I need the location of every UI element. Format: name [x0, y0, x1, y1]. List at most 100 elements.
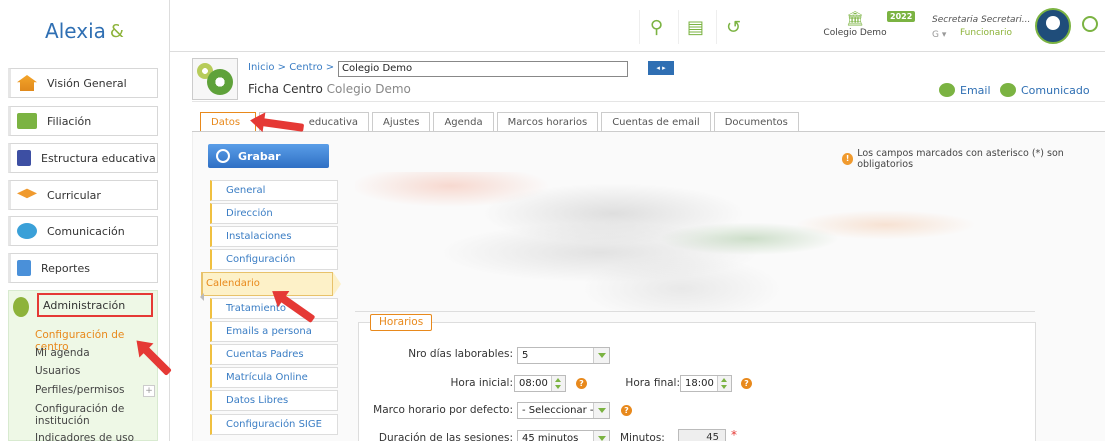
duracion-value: 45 minutos	[522, 433, 579, 441]
sidebar-sub-mi-agenda[interactable]: Mi agenda	[35, 347, 90, 359]
help-icon[interactable]: ?	[621, 405, 632, 416]
dias-select[interactable]: 5	[517, 347, 610, 364]
history-icon[interactable]: ↺	[716, 10, 750, 44]
tab-ajustes[interactable]: Ajustes	[372, 112, 431, 132]
tab-documentos[interactable]: Documentos	[713, 112, 799, 132]
megaphone-icon	[1000, 83, 1016, 97]
google-icon[interactable]: G ▾	[932, 30, 946, 40]
hora-final-value: 18:00	[685, 378, 714, 389]
save-label: Grabar	[238, 149, 281, 163]
avatar[interactable]	[1035, 8, 1071, 44]
sidebar-item-label: Filiación	[47, 114, 92, 128]
calendar-preview-blurred	[355, 172, 1035, 312]
chat-bubbles-icon	[17, 223, 37, 239]
page-title: Ficha Centro Colegio Demo	[248, 82, 411, 96]
id-card-icon	[17, 113, 37, 129]
user-role: Funcionario	[960, 28, 1012, 38]
gears-icon	[192, 58, 238, 100]
warning-icon: !	[842, 153, 854, 165]
sidebar-sub-indicadores-uso[interactable]: Indicadores de uso	[35, 432, 134, 441]
marco-label: Marco horario por defecto:	[373, 404, 513, 416]
sidebar-item-administracion[interactable]: Administración	[37, 293, 153, 317]
subnav-cuentas-padres[interactable]: Cuentas Padres	[210, 344, 338, 365]
help-icon[interactable]: ?	[576, 378, 587, 389]
app-logo[interactable]: Alexia &	[0, 0, 169, 62]
hora-final-input[interactable]: 18:00	[680, 375, 732, 392]
subnav-configuracion-sige[interactable]: Configuración SIGE	[210, 414, 338, 435]
hora-inicial-label: Hora inicial:	[450, 377, 513, 389]
search-icon[interactable]: ⚲	[639, 10, 673, 44]
sidebar-item-label: Visión General	[47, 76, 127, 90]
comunicado-button[interactable]: Comunicado	[1000, 83, 1090, 97]
logo-mark: &	[109, 20, 124, 42]
minutos-label: Minutos:	[620, 432, 665, 441]
graduation-cap-icon	[17, 188, 37, 199]
page-title-main: Ficha Centro	[248, 82, 323, 96]
sidebar-admin-section: Administración Configuración de centro M…	[8, 290, 158, 441]
sidebar-item-vision-general[interactable]: Visión General	[8, 68, 158, 98]
comunicado-label: Comunicado	[1021, 83, 1090, 97]
email-label: Email	[960, 83, 991, 97]
hora-final-label: Hora final:	[625, 377, 680, 389]
user-name[interactable]: Secretaria Secretari...	[932, 15, 1030, 25]
save-icon	[216, 149, 230, 163]
breadcrumb[interactable]: Inicio > Centro >	[248, 62, 334, 73]
colegio-label[interactable]: Colegio Demo	[815, 28, 895, 38]
tab-cuentas-email[interactable]: Cuentas de email	[601, 112, 711, 132]
spinner-icon[interactable]	[717, 376, 731, 391]
home-icon	[17, 75, 37, 91]
sidebar-item-reportes[interactable]: Reportes	[8, 253, 158, 283]
sidebar-item-label: Comunicación	[47, 224, 125, 238]
sidebar-item-comunicacion[interactable]: Comunicación	[8, 216, 158, 246]
subnav-instalaciones[interactable]: Instalaciones	[210, 226, 338, 247]
sidebar-item-label: Estructura educativa	[41, 151, 156, 165]
email-button[interactable]: Email	[939, 83, 991, 97]
hora-inicial-input[interactable]: 08:00	[514, 375, 566, 392]
sidebar-item-label: Reportes	[41, 261, 90, 275]
year-badge[interactable]: 2022	[887, 11, 916, 22]
sidebar-item-curricular[interactable]: Curricular	[8, 180, 158, 210]
duracion-label: Duración de las sesiones:	[378, 432, 513, 441]
marco-select[interactable]: - Seleccionar -	[517, 402, 610, 419]
prev-next-buttons[interactable]: ◂ ▸	[648, 61, 674, 75]
sidebar-sub-usuarios[interactable]: Usuarios	[35, 365, 80, 377]
duracion-select[interactable]: 45 minutos	[517, 430, 610, 441]
sidebar-item-estructura-educativa[interactable]: Estructura educativa	[8, 143, 158, 173]
collapse-icon[interactable]	[200, 293, 204, 301]
sidebar: Alexia & Visión General Filiación Estruc…	[0, 0, 170, 441]
hora-inicial-value: 08:00	[519, 378, 548, 389]
tab-agenda[interactable]: Agenda	[433, 112, 494, 132]
page-title-sub: Colegio Demo	[326, 82, 411, 96]
spinner-icon[interactable]	[551, 376, 565, 391]
logo-text: Alexia	[45, 19, 106, 43]
subnav-matricula-online[interactable]: Matrícula Online	[210, 367, 338, 388]
save-button[interactable]: Grabar	[208, 144, 329, 168]
sidebar-item-label: Curricular	[47, 188, 101, 202]
required-asterisk: *	[731, 428, 737, 441]
sidebar-sub-configuracion-institucion[interactable]: Configuración de institución	[35, 403, 145, 427]
chevron-down-icon	[593, 403, 609, 418]
chevron-down-icon	[593, 348, 609, 363]
gears-icon	[13, 297, 29, 317]
minutos-input[interactable]: 45	[678, 429, 726, 441]
subnav-emails-persona[interactable]: Emails a persona	[210, 321, 338, 342]
expand-plus-button[interactable]: +	[143, 385, 155, 397]
subnav-direccion[interactable]: Dirección	[210, 203, 338, 224]
horarios-legend: Horarios	[370, 314, 433, 331]
chevron-down-icon	[593, 431, 609, 441]
centro-selector[interactable]: Colegio Demo	[338, 61, 628, 77]
subnav-calendario[interactable]: Calendario	[201, 272, 333, 296]
tab-marcos-horarios[interactable]: Marcos horarios	[496, 112, 599, 132]
top-bar: ⚲ ▤ ↺ 🏛 2022 Colegio Demo Secretaria Sec…	[170, 0, 1105, 52]
help-icon[interactable]: ?	[741, 378, 752, 389]
report-icon	[17, 260, 31, 276]
subnav-general[interactable]: General	[210, 180, 338, 201]
tab-datos[interactable]: Datos	[200, 112, 256, 132]
power-icon[interactable]	[1082, 16, 1098, 32]
sidebar-sub-perfiles-permisos[interactable]: Perfiles/permisos	[35, 384, 125, 396]
notes-icon[interactable]: ▤	[678, 10, 712, 44]
subnav-datos-libres[interactable]: Datos Libres	[210, 390, 338, 411]
sidebar-item-filiacion[interactable]: Filiación	[8, 106, 158, 136]
subnav-configuracion[interactable]: Configuración	[210, 249, 338, 270]
dias-label: Nro días laborables:	[408, 348, 513, 360]
